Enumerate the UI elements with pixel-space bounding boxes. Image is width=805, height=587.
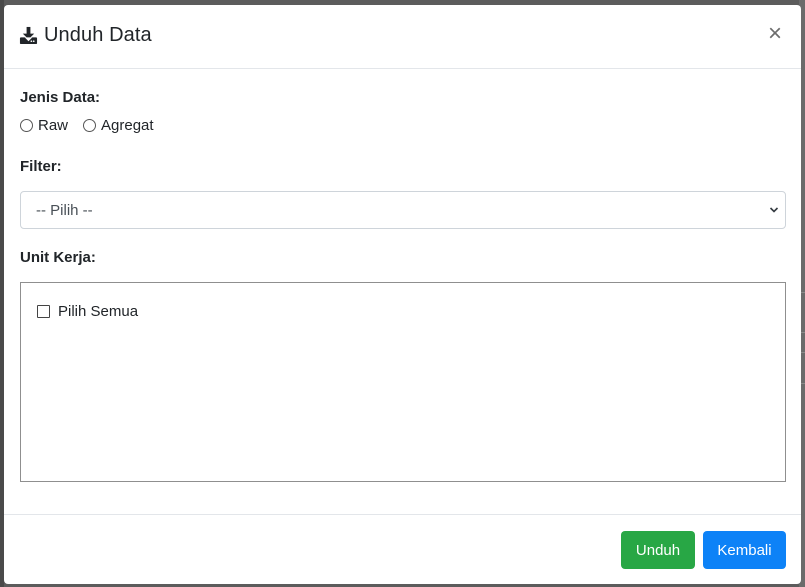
download-data-modal: Unduh Data × Jenis Data: Raw Agregat Fil…: [4, 5, 801, 584]
jenis-data-radio-group: Raw Agregat: [20, 117, 169, 134]
chevron-down-icon: [769, 207, 779, 213]
unit-kerja-label: Unit Kerja:: [20, 249, 96, 266]
jenis-data-label: Jenis Data:: [20, 89, 101, 106]
select-all-checkbox[interactable]: [37, 305, 50, 318]
agregat-radio-label[interactable]: Agregat: [101, 117, 154, 134]
raw-radio-label[interactable]: Raw: [38, 117, 68, 134]
raw-radio[interactable]: [20, 119, 33, 132]
unit-kerja-list[interactable]: Pilih Semua: [20, 282, 786, 482]
modal-title-group: Unduh Data: [19, 22, 152, 48]
agregat-radio[interactable]: [83, 119, 97, 132]
download-icon: [19, 26, 38, 44]
select-all-row: Pilih Semua: [37, 303, 138, 320]
modal-title: Unduh Data: [44, 23, 152, 46]
filter-select-value: -- Pilih --: [36, 202, 93, 219]
back-button[interactable]: Kembali: [703, 531, 786, 569]
modal-header: Unduh Data ×: [4, 5, 801, 69]
close-button[interactable]: ×: [767, 22, 783, 46]
filter-select[interactable]: -- Pilih --: [20, 191, 786, 229]
select-all-label[interactable]: Pilih Semua: [58, 303, 138, 320]
download-button[interactable]: Unduh: [621, 531, 695, 569]
filter-label: Filter:: [20, 158, 62, 175]
modal-footer: Unduh Kembali: [4, 514, 801, 584]
